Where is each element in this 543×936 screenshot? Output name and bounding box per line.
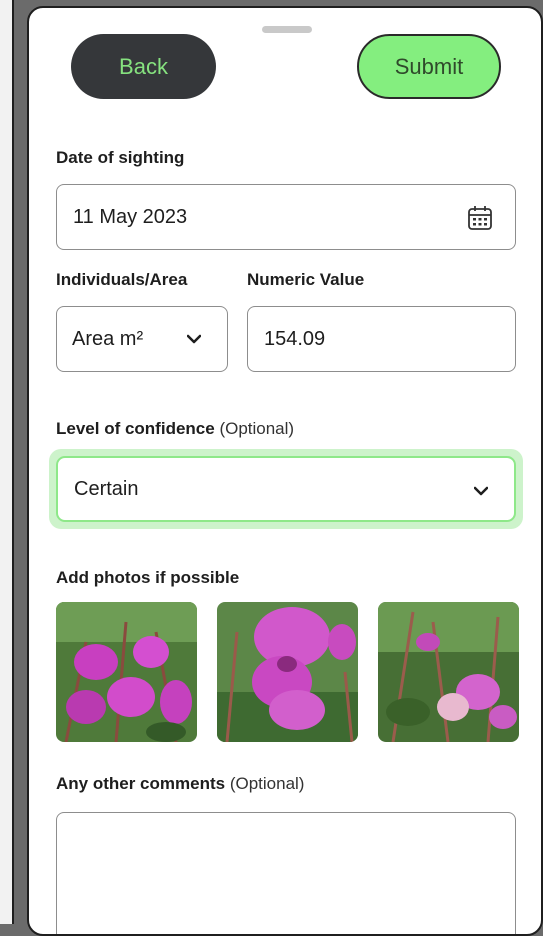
chevron-down-icon xyxy=(187,334,201,344)
chevron-down-icon xyxy=(474,486,488,496)
photo-thumbnail[interactable] xyxy=(217,602,358,742)
submit-button[interactable]: Submit xyxy=(357,34,501,99)
unit-value: Area m² xyxy=(72,327,144,350)
background-panel xyxy=(0,0,14,924)
confidence-optional: (Optional) xyxy=(219,419,295,438)
confidence-focus-ring: Certain xyxy=(49,449,523,529)
confidence-value: Certain xyxy=(74,477,139,500)
photo-thumbnail[interactable] xyxy=(378,602,519,742)
photos-label: Add photos if possible xyxy=(56,568,240,587)
comments-textarea[interactable] xyxy=(56,812,516,934)
back-button[interactable]: Back xyxy=(71,34,216,99)
date-field[interactable]: 11 May 2023 xyxy=(56,184,516,250)
comments-optional: (Optional) xyxy=(229,774,305,793)
confidence-label-text: Level of confidence xyxy=(56,419,215,438)
comments-label-text: Any other comments xyxy=(56,774,226,793)
date-value: 11 May 2023 xyxy=(73,205,188,228)
drag-handle[interactable] xyxy=(262,26,312,33)
bottom-sheet: Back Submit Date of sighting 11 May 2023… xyxy=(27,6,543,936)
unit-select[interactable]: Area m² xyxy=(56,306,228,372)
photo-thumbnail[interactable] xyxy=(56,602,197,742)
numeric-value-input[interactable]: 154.09 xyxy=(247,306,516,372)
numeric-value: 154.09 xyxy=(264,327,326,350)
confidence-select[interactable]: Certain xyxy=(56,456,516,522)
date-label: Date of sighting xyxy=(56,148,185,167)
unit-label: Individuals/Area xyxy=(56,270,188,289)
calendar-icon[interactable] xyxy=(467,205,493,231)
numeric-label: Numeric Value xyxy=(247,270,365,289)
confidence-label: Level of confidence (Optional) xyxy=(56,419,294,439)
comments-label: Any other comments (Optional) xyxy=(56,774,304,794)
